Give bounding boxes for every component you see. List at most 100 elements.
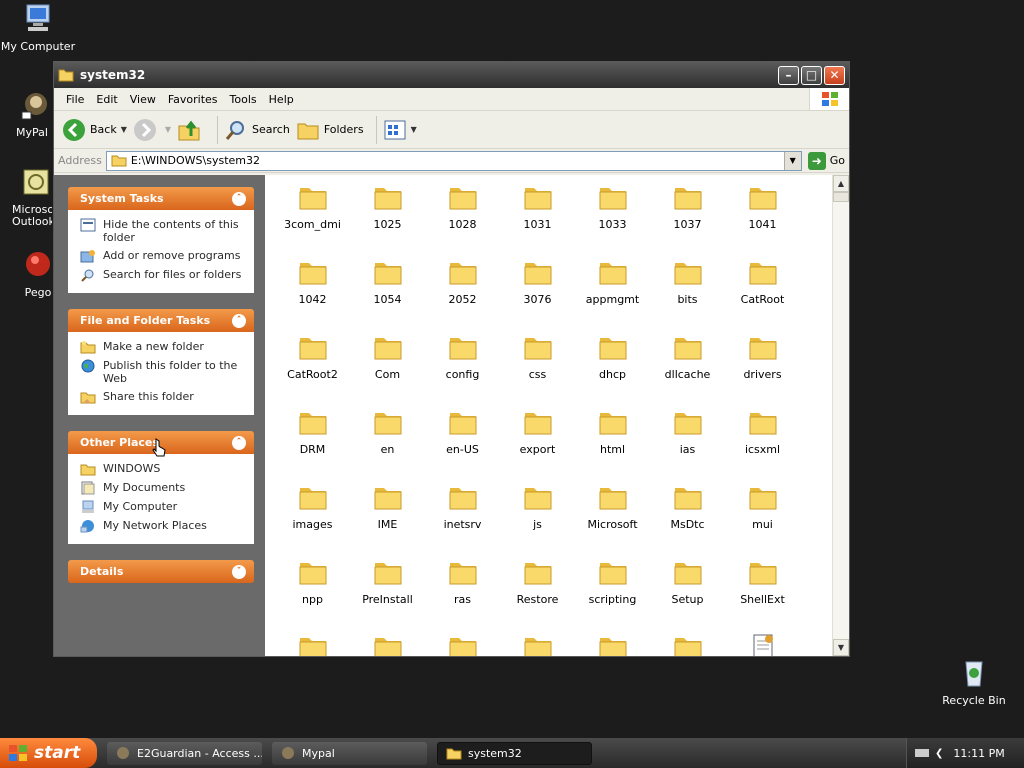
collapse-icon[interactable]: ˆ — [232, 435, 246, 450]
file-item[interactable]: images — [275, 479, 350, 554]
desktop-icon-mypal[interactable]: MyPal 6 — [0, 88, 56, 139]
file-item[interactable]: 1033 — [575, 179, 650, 254]
file-item[interactable]: 1042 — [275, 254, 350, 329]
file-item[interactable]: html — [575, 404, 650, 479]
menu-view[interactable]: View — [124, 93, 162, 106]
file-item[interactable]: dllcache — [650, 329, 725, 404]
file-item[interactable] — [575, 629, 650, 656]
folders-button[interactable]: Folders — [296, 118, 364, 142]
file-item[interactable]: export — [500, 404, 575, 479]
file-item[interactable]: CatRoot — [725, 254, 800, 329]
menu-tools[interactable]: Tools — [224, 93, 263, 106]
file-item[interactable]: ras — [425, 554, 500, 629]
file-item[interactable]: en — [350, 404, 425, 479]
file-item[interactable]: 1041 — [725, 179, 800, 254]
file-item[interactable]: PreInstall — [350, 554, 425, 629]
file-item[interactable] — [650, 629, 725, 656]
chevron-down-icon[interactable]: ▼ — [165, 125, 171, 134]
file-item[interactable] — [425, 629, 500, 656]
file-item[interactable]: 2052 — [425, 254, 500, 329]
minimize-button[interactable]: – — [778, 65, 799, 85]
file-item[interactable] — [725, 629, 800, 656]
search-button[interactable]: Search — [224, 118, 290, 142]
file-item[interactable]: ias — [650, 404, 725, 479]
file-item[interactable]: appmgmt — [575, 254, 650, 329]
file-item[interactable]: config — [425, 329, 500, 404]
file-item[interactable]: js — [500, 479, 575, 554]
scroll-up-button[interactable]: ▲ — [833, 175, 849, 192]
file-item[interactable]: CatRoot2 — [275, 329, 350, 404]
file-folder-tasks-header[interactable]: File and Folder Tasks ˆ — [68, 309, 254, 332]
keyboard-icon[interactable] — [915, 747, 929, 759]
vertical-scrollbar[interactable]: ▲ ▼ — [832, 175, 849, 656]
task-search-files[interactable]: Search for files or folders — [80, 268, 246, 282]
collapse-icon[interactable]: ˆ — [232, 313, 246, 328]
file-item[interactable]: DRM — [275, 404, 350, 479]
file-item[interactable]: mui — [725, 479, 800, 554]
desktop-icon-recycle-bin[interactable]: Recycle Bin — [934, 656, 1014, 707]
address-dropdown-button[interactable]: ▼ — [783, 151, 801, 170]
file-item[interactable]: ShellExt — [725, 554, 800, 629]
file-item[interactable]: drivers — [725, 329, 800, 404]
forward-button[interactable]: ▼ — [133, 118, 171, 142]
file-item[interactable]: dhcp — [575, 329, 650, 404]
file-item[interactable]: Microsoft — [575, 479, 650, 554]
menu-file[interactable]: File — [60, 93, 90, 106]
tray-expand-icon[interactable]: ❮ — [935, 748, 943, 759]
place-my-computer[interactable]: My Computer — [80, 500, 246, 514]
expand-icon[interactable]: ˇ — [232, 564, 246, 579]
file-item[interactable]: Restore — [500, 554, 575, 629]
file-item[interactable] — [500, 629, 575, 656]
file-item[interactable]: Setup — [650, 554, 725, 629]
collapse-icon[interactable]: ˆ — [232, 191, 246, 206]
file-item[interactable]: 1025 — [350, 179, 425, 254]
file-item[interactable]: en-US — [425, 404, 500, 479]
up-button[interactable] — [177, 118, 205, 142]
place-my-documents[interactable]: My Documents — [80, 481, 246, 495]
taskbar-button-mypal[interactable]: Mypal — [272, 741, 427, 765]
place-my-network-places[interactable]: My Network Places — [80, 519, 246, 533]
file-item[interactable]: bits — [650, 254, 725, 329]
chevron-down-icon[interactable]: ▼ — [121, 125, 127, 134]
place-windows[interactable]: WINDOWS — [80, 462, 246, 476]
details-header[interactable]: Details ˇ — [68, 560, 254, 583]
file-item[interactable]: 1031 — [500, 179, 575, 254]
file-item[interactable]: scripting — [575, 554, 650, 629]
desktop-icon-outlook[interactable]: Microsoft Outlook — [0, 166, 56, 228]
close-button[interactable]: ✕ — [824, 65, 845, 85]
file-item[interactable]: icsxml — [725, 404, 800, 479]
file-item[interactable]: Com — [350, 329, 425, 404]
back-button[interactable]: Back ▼ — [62, 118, 127, 142]
taskbar-button-system32[interactable]: system32 — [437, 741, 592, 765]
go-button[interactable]: ➜ Go — [807, 151, 845, 170]
file-item[interactable]: 1054 — [350, 254, 425, 329]
file-item[interactable]: 3076 — [500, 254, 575, 329]
file-item[interactable]: inetsrv — [425, 479, 500, 554]
chevron-down-icon[interactable]: ▼ — [411, 125, 417, 134]
file-item[interactable] — [275, 629, 350, 656]
file-item[interactable]: 1037 — [650, 179, 725, 254]
taskbar-button-e2guardian[interactable]: E2Guardian - Access ... — [107, 741, 262, 765]
title-bar[interactable]: system32 – □ ✕ — [54, 62, 849, 88]
task-make-new-folder[interactable]: Make a new folder — [80, 340, 246, 354]
views-button[interactable]: ▼ — [383, 118, 417, 142]
file-item[interactable]: IME — [350, 479, 425, 554]
maximize-button[interactable]: □ — [801, 65, 822, 85]
task-add-remove-programs[interactable]: Add or remove programs — [80, 249, 246, 263]
file-item[interactable] — [350, 629, 425, 656]
menu-favorites[interactable]: Favorites — [162, 93, 224, 106]
start-button[interactable]: start — [0, 738, 97, 768]
menu-help[interactable]: Help — [263, 93, 300, 106]
address-input[interactable]: E:\WINDOWS\system32 ▼ — [105, 150, 802, 171]
file-item[interactable]: css — [500, 329, 575, 404]
desktop-icon-my-computer[interactable]: My Computer — [0, 2, 78, 53]
system-tasks-header[interactable]: System Tasks ˆ — [68, 187, 254, 210]
scroll-thumb[interactable] — [833, 192, 849, 202]
file-item[interactable]: 3com_dmi — [275, 179, 350, 254]
file-item[interactable]: npp — [275, 554, 350, 629]
task-publish-folder[interactable]: Publish this folder to the Web — [80, 359, 246, 385]
scroll-down-button[interactable]: ▼ — [833, 639, 849, 656]
menu-edit[interactable]: Edit — [90, 93, 123, 106]
task-share-folder[interactable]: Share this folder — [80, 390, 246, 404]
file-item[interactable]: MsDtc — [650, 479, 725, 554]
